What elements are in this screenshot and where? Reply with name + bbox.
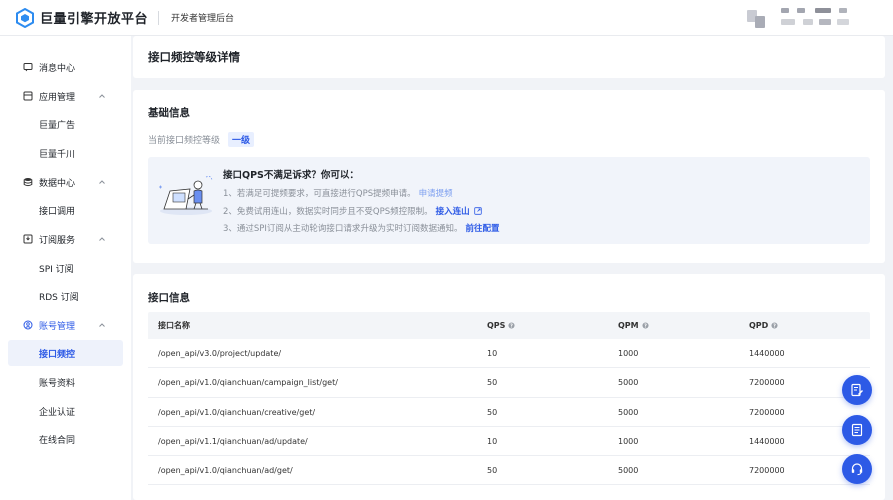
apply-qps-increase-link[interactable]: 申请提频 [419,187,453,199]
tip-title: 接口QPS不满足诉求？你可以： [223,170,359,181]
question-icon[interactable]: ? [771,322,778,329]
chevron-up-icon [99,237,105,241]
chevron-up-icon [99,180,105,184]
database-icon [23,178,33,187]
page-title: 接口频控等级详情 [148,50,240,64]
message-icon [23,63,33,72]
svg-text:?: ? [644,323,647,329]
sidebar-item-api-calls[interactable]: 接口调用 [0,197,131,223]
level-label: 当前接口频控等级 [148,136,221,146]
sidebar-item-rate-limit[interactable]: 接口频控 [8,340,123,366]
level-badge: 一级 [228,132,255,147]
logo[interactable]: 巨量引擎开放平台 [15,7,149,28]
chevron-up-icon [99,94,105,98]
sidebar-item-account-profile[interactable]: 账号资料 [0,369,131,395]
svg-text:?: ? [773,323,776,329]
go-configure-link[interactable]: 前往配置 [465,222,499,234]
documentation-button[interactable] [842,415,872,445]
table-row: /open_api/v1.0/qianchuan/campaign_list/g… [148,368,870,398]
sidebar-item-message-center[interactable]: 消息中心 [0,54,131,80]
user-account-area[interactable] [747,8,865,28]
chevron-up-icon [99,323,105,327]
column-header-qpd: QPD ? [749,321,778,330]
account-icon [23,320,33,330]
tip-line-2: 2、免费试用连山，数据实时同步且不受QPS频控限制。 接入连山 [223,205,482,217]
tip-line-1: 1、若满足可提频要求，可直接进行QPS提频申请。 申请提频 [223,187,453,199]
developer-illustration-icon [159,176,213,215]
column-header-name: 接口名称 [158,321,190,330]
external-link-icon[interactable] [473,207,482,215]
interface-info-title: 接口信息 [148,292,190,304]
table-row: /open_api/v1.0/qianchuan/ad/get/ 50 5000… [148,456,870,486]
table-header: 接口名称 QPS ? QPM ? QPD ? [148,312,870,339]
sidebar-group-data-center[interactable]: 数据中心 [0,169,131,195]
sidebar-item-enterprise-verification[interactable]: 企业认证 [0,398,131,424]
interface-table: 接口名称 QPS ? QPM ? QPD ? /open_api/v3.0/pr… [148,312,870,486]
sidebar-group-account-management[interactable]: 账号管理 [0,312,131,338]
subscribe-icon [23,234,33,244]
console-title: 开发者管理后台 [171,14,235,24]
column-header-qpm: QPM ? [618,321,649,330]
feedback-button[interactable] [842,375,872,405]
logo-icon [16,7,34,28]
sidebar-item-spi-subscription[interactable]: SPI 订阅 [0,255,131,281]
sidebar: 消息中心 应用管理 巨量广告 巨量千川 数据中心 接口调用 订阅服务 SPI 订… [0,36,131,500]
tip-box: 接口QPS不满足诉求？你可以： 1、若满足可提频要求，可直接进行QPS提频申请。… [148,157,870,244]
question-icon[interactable]: ? [508,322,515,329]
sidebar-group-app-management[interactable]: 应用管理 [0,83,131,109]
basic-info-card: 基础信息 当前接口频控等级 一级 接口QPS不满足诉求？你可以： 1、若满足可提… [133,90,885,263]
svg-text:?: ? [511,323,514,329]
logo-text: 巨量引擎开放平台 [40,12,149,27]
document-icon [851,423,863,437]
table-row: /open_api/v1.0/qianchuan/creative/get/ 5… [148,398,870,427]
interface-info-card: 接口信息 接口名称 QPS ? QPM ? QPD ? /open_api/v3… [133,274,885,500]
headset-icon [851,463,863,476]
table-row: /open_api/v3.0/project/update/ 10 1000 1… [148,339,870,369]
page-title-card: 接口频控等级详情 [133,36,885,78]
sidebar-item-online-contract[interactable]: 在线合同 [0,426,131,452]
edit-document-icon [851,383,863,397]
app-icon [23,91,33,101]
sidebar-group-subscription[interactable]: 订阅服务 [0,226,131,252]
column-header-qps: QPS ? [487,321,515,330]
sidebar-item-ocean-ads[interactable]: 巨量广告 [0,111,131,137]
tip-line-3: 3、通过SPI订阅从主动轮询接口请求升级为实时订阅数据通知。 前往配置 [223,222,500,234]
top-header: 巨量引擎开放平台 开发者管理后台 [0,0,893,36]
basic-info-title: 基础信息 [148,107,190,119]
customer-service-button[interactable] [842,454,872,484]
sidebar-item-qianchuan[interactable]: 巨量千川 [0,140,131,166]
sidebar-item-rds-subscription[interactable]: RDS 订阅 [0,283,131,309]
table-row: /open_api/v1.1/qianchuan/ad/update/ 10 1… [148,427,870,457]
rate-limit-level-row: 当前接口频控等级 一级 [148,132,255,147]
header-divider [158,10,160,25]
question-icon[interactable]: ? [642,322,649,329]
connect-lianshan-link[interactable]: 接入连山 [436,205,470,217]
